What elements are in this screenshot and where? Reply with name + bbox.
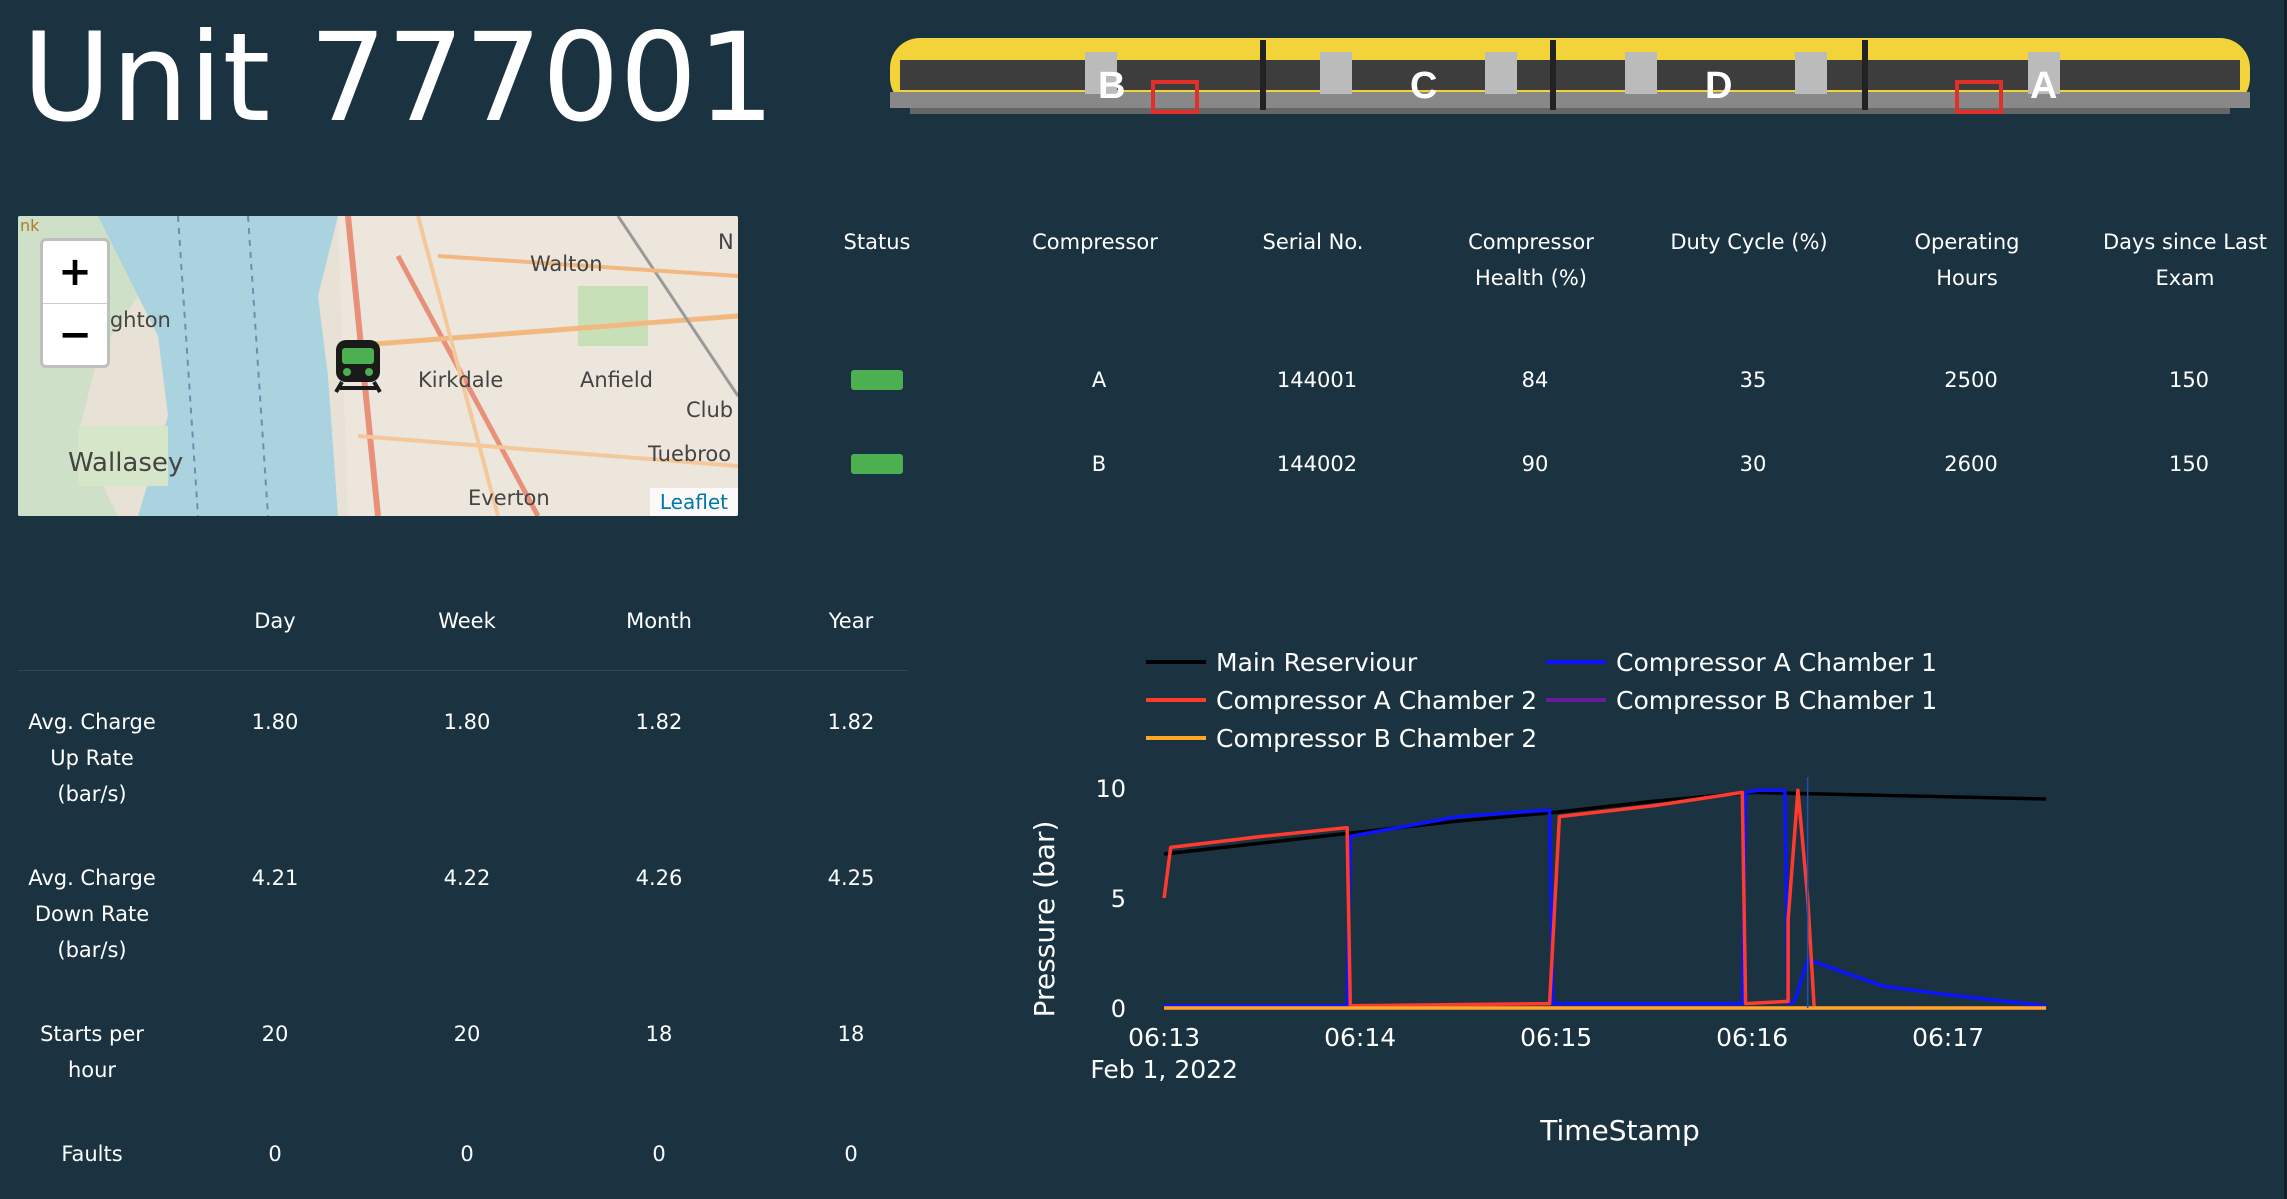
table-cell: 20 [453, 1022, 481, 1046]
train-diagram: B C D A [890, 38, 2250, 114]
table-cell: 0 [268, 1142, 282, 1166]
table-cell: 20 [261, 1022, 289, 1046]
page-title: Unit 777001 [22, 7, 775, 149]
car-label-c: C [1410, 65, 1437, 107]
y-axis-title: Pressure (bar) [1028, 821, 1061, 1018]
series-line[interactable] [1162, 788, 1816, 1009]
map-label: ighton [104, 308, 171, 332]
status-indicator [851, 454, 903, 474]
legend-item: Compressor B Chamber 2 [1216, 724, 1537, 753]
legend-item: Compressor A Chamber 2 [1216, 686, 1537, 715]
column-header: Serial No. [1262, 230, 1364, 254]
legend-item: Compressor B Chamber 1 [1616, 686, 1937, 715]
table-cell: 0 [652, 1142, 666, 1166]
table-cell: 0 [844, 1142, 858, 1166]
x-tick-label: 06:13 [1128, 1023, 1200, 1052]
pressure-chart[interactable]: Main Reserviour Compressor A Chamber 2 Com… [1020, 640, 2120, 1160]
status-indicator [851, 370, 903, 390]
column-header: Day [254, 609, 296, 633]
map-label: Tuebroo [648, 442, 732, 466]
table-cell: 4.25 [827, 866, 875, 890]
legend-item: Compressor A Chamber 1 [1616, 648, 1937, 677]
table-cell: 90 [1521, 452, 1549, 476]
table-cell: 2600 [1944, 452, 1998, 476]
column-header: Days since Last Exam [2102, 230, 2268, 290]
zoom-control: + − [40, 238, 110, 368]
table-cell: 4.22 [443, 866, 491, 890]
x-tick-label: 06:14 [1324, 1023, 1396, 1052]
table-cell: 144002 [1276, 452, 1358, 476]
table-cell: 84 [1521, 368, 1549, 392]
map-label: Club [686, 398, 734, 422]
map-label: Wallasey [68, 448, 184, 478]
x-tick-label: 06:16 [1716, 1023, 1788, 1052]
table-cell: 35 [1739, 368, 1767, 392]
legend-item: Main Reserviour [1216, 648, 1418, 677]
row-label: Starts per hour [40, 1022, 144, 1082]
map-label: N [718, 230, 734, 254]
map-attribution-link[interactable]: Leaflet [649, 488, 738, 516]
x-tick-label: 06:17 [1912, 1023, 1984, 1052]
map-label: Kirkdale [418, 368, 504, 392]
column-header: Compressor [1032, 230, 1158, 254]
table-cell: A [1091, 368, 1107, 392]
series-line[interactable] [1164, 788, 2047, 1008]
table-cell: 150 [2168, 452, 2210, 476]
column-header: Duty Cycle (%) [1670, 230, 1828, 254]
table-cell: 30 [1739, 452, 1767, 476]
zoom-out-button[interactable]: − [43, 304, 107, 366]
car-label-d: D [1705, 65, 1732, 107]
row-label: Avg. Charge Up Rate (bar/s) [28, 710, 156, 806]
map-label: Walton [530, 252, 603, 276]
series-line[interactable] [1163, 790, 2047, 856]
table-cell: 144001 [1276, 368, 1358, 392]
table-cell: 4.21 [251, 866, 299, 890]
table-cell: 1.80 [443, 710, 491, 734]
table-divider [18, 670, 908, 671]
column-header: Operating Hours [1914, 230, 2020, 290]
y-tick-label: 0 [1111, 995, 1126, 1023]
y-tick-label: 10 [1095, 775, 1126, 803]
table-cell: 18 [645, 1022, 673, 1046]
table-cell: 1.82 [635, 710, 683, 734]
column-header: Status [843, 230, 911, 254]
car-label-b: B [1098, 65, 1125, 107]
column-header: Compressor Health (%) [1468, 230, 1594, 290]
table-cell: B [1091, 452, 1107, 476]
table-cell: 4.26 [635, 866, 683, 890]
table-cell: 2500 [1944, 368, 1998, 392]
map-label: nk [20, 216, 40, 235]
row-label: Avg. Charge Down Rate (bar/s) [28, 866, 156, 962]
map-label: Anfield [580, 368, 653, 392]
map-label: Everton [468, 486, 550, 510]
x-date-label: Feb 1, 2022 [1090, 1055, 1238, 1084]
column-header: Year [828, 609, 874, 633]
zoom-in-button[interactable]: + [43, 241, 107, 304]
column-header: Week [438, 609, 496, 633]
row-label: Faults [61, 1142, 123, 1166]
table-cell: 1.82 [827, 710, 875, 734]
train-icon[interactable] [330, 338, 386, 394]
car-label-a: A [2030, 65, 2057, 107]
column-header: Month [626, 609, 692, 633]
table-cell: 0 [460, 1142, 474, 1166]
table-cell: 1.80 [251, 710, 299, 734]
x-axis-title: TimeStamp [1539, 1114, 1699, 1147]
y-tick-label: 5 [1111, 885, 1126, 913]
location-map[interactable]: nk Walton N ighton Kirkdale Anfield Club… [18, 216, 738, 516]
x-tick-label: 06:15 [1520, 1023, 1592, 1052]
table-cell: 150 [2168, 368, 2210, 392]
table-cell: 18 [837, 1022, 865, 1046]
